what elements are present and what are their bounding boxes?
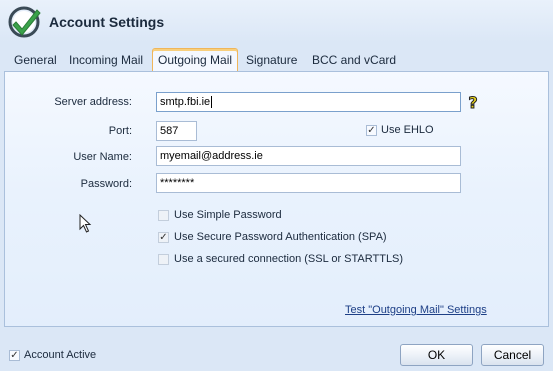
- server-address-input[interactable]: smtp.fbi.ie: [156, 92, 461, 112]
- use-simple-password-checkbox[interactable]: [158, 210, 169, 221]
- checkmark-icon: ✓: [367, 125, 376, 136]
- server-address-label: Server address:: [54, 96, 132, 108]
- title-bar: Account Settings: [0, 0, 553, 44]
- password-value: ********: [160, 177, 195, 189]
- use-spa-checkbox[interactable]: ✓: [158, 232, 169, 243]
- app-logo-icon: [8, 6, 41, 38]
- password-input[interactable]: ********: [156, 173, 461, 193]
- window-title: Account Settings: [49, 14, 165, 30]
- account-active-checkbox[interactable]: ✓: [9, 350, 20, 361]
- checkmark-icon: ✓: [10, 350, 19, 361]
- user-name-value: myemail@address.ie: [160, 150, 263, 162]
- user-name-label: User Name:: [73, 151, 132, 163]
- tab-signature[interactable]: Signature: [241, 50, 302, 70]
- mouse-pointer-icon: [79, 214, 92, 233]
- svg-text:?: ?: [468, 93, 477, 111]
- ok-button[interactable]: OK: [400, 344, 473, 366]
- tab-incoming-mail[interactable]: Incoming Mail: [64, 50, 148, 70]
- tab-outgoing-mail[interactable]: Outgoing Mail: [152, 48, 239, 72]
- port-input[interactable]: 587: [156, 121, 197, 141]
- use-spa-label: Use Secure Password Authentication (SPA): [174, 231, 387, 243]
- use-secured-connection-label: Use a secured connection (SSL or STARTTL…: [174, 253, 404, 265]
- text-caret: [211, 96, 213, 109]
- use-simple-password-label: Use Simple Password: [174, 209, 282, 221]
- use-secured-connection-checkbox[interactable]: [158, 254, 169, 265]
- password-label: Password:: [80, 178, 132, 190]
- server-address-value: smtp.fbi.ie: [160, 96, 211, 108]
- user-name-input[interactable]: myemail@address.ie: [156, 146, 461, 166]
- use-ehlo-checkbox[interactable]: ✓: [366, 125, 377, 136]
- account-active-label: Account Active: [24, 349, 97, 361]
- port-value: 587: [160, 125, 179, 137]
- tab-general[interactable]: General: [9, 50, 62, 70]
- test-outgoing-mail-link[interactable]: Test "Outgoing Mail" Settings: [345, 304, 487, 316]
- dialog-footer: ✓ Account Active OK Cancel: [0, 331, 553, 371]
- checkmark-icon: ✓: [159, 232, 168, 243]
- cancel-button[interactable]: Cancel: [481, 344, 544, 366]
- use-ehlo-label: Use EHLO: [381, 124, 434, 136]
- tab-bcc-and-vcard[interactable]: BCC and vCard: [307, 50, 401, 70]
- port-label: Port:: [108, 125, 132, 137]
- help-question-icon[interactable]: ?: [465, 93, 481, 111]
